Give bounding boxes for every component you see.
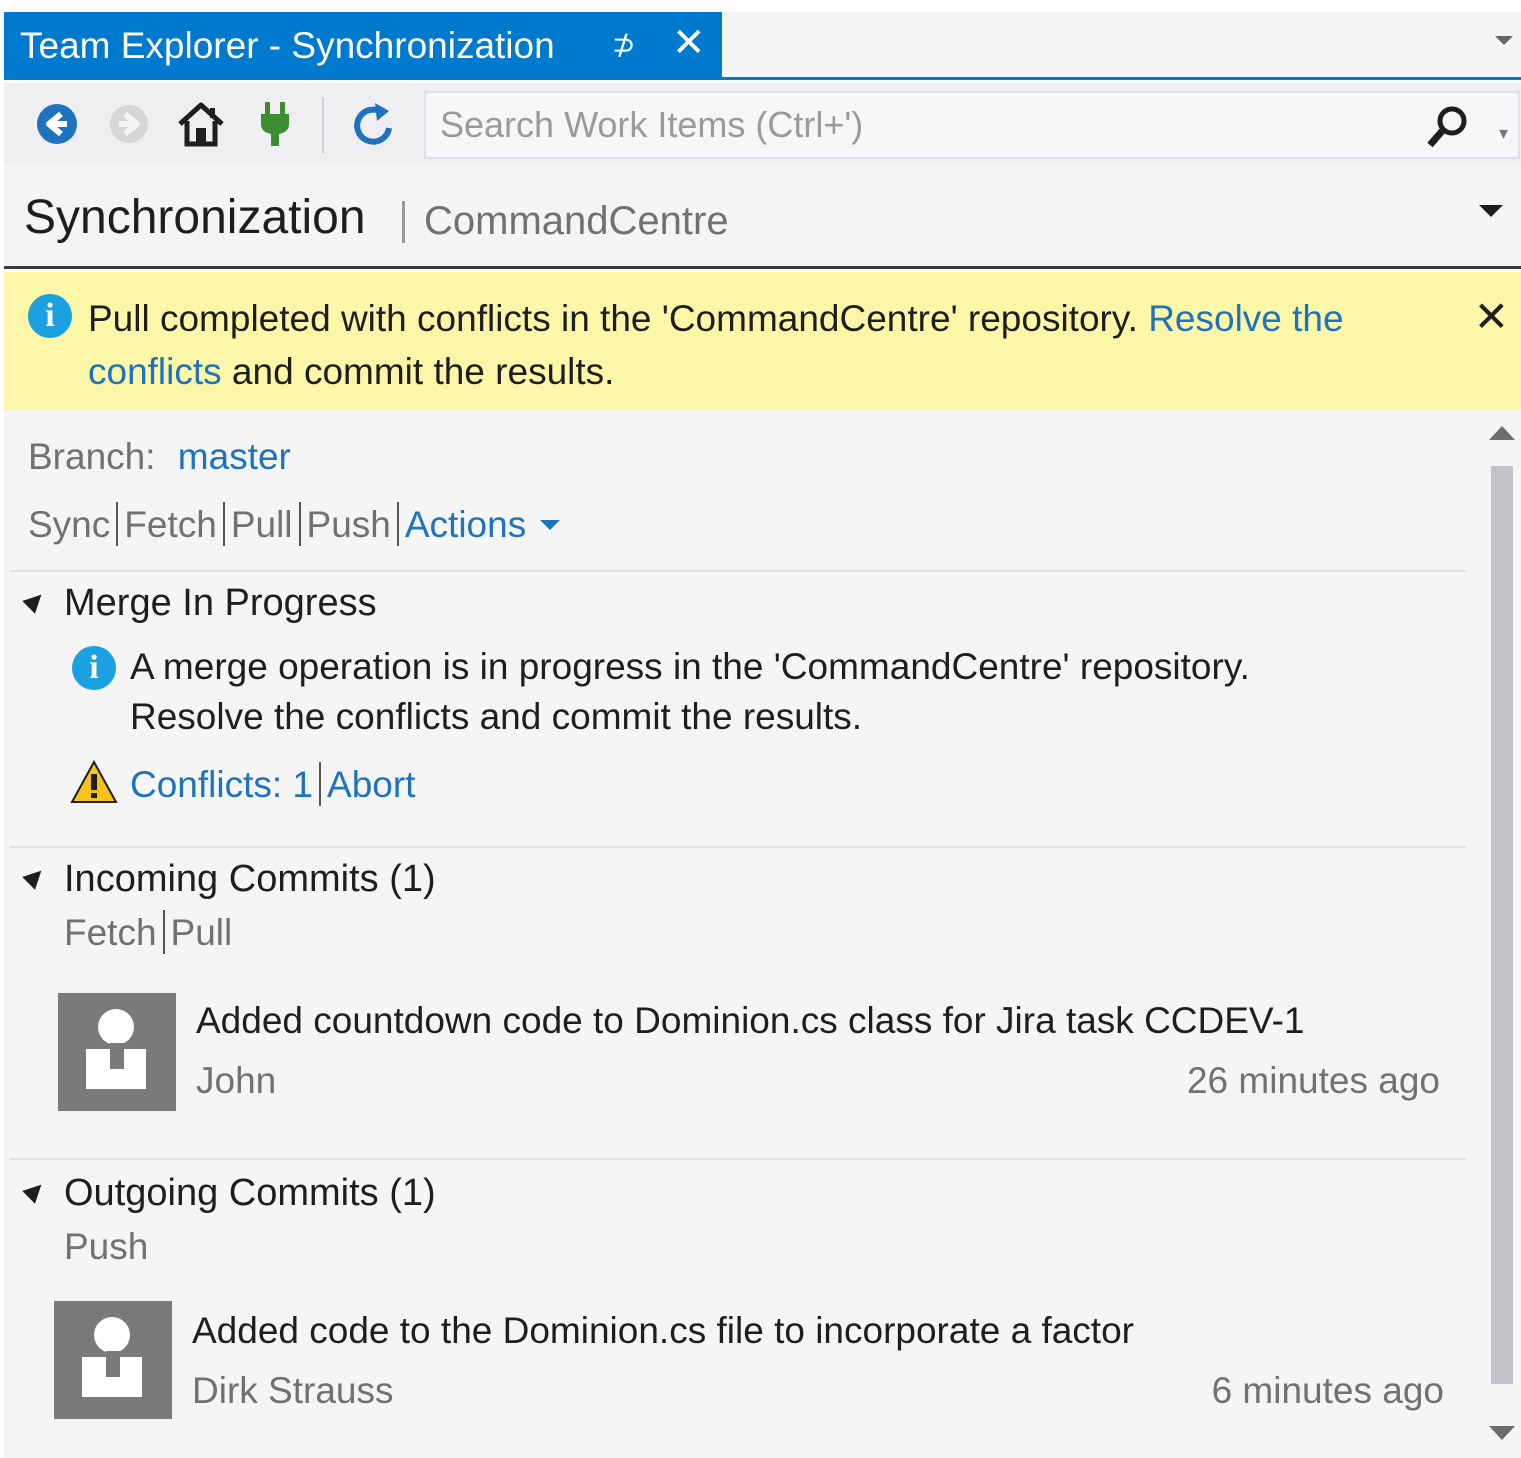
scroll-up-icon[interactable] bbox=[1489, 426, 1515, 440]
toolbar-separator bbox=[322, 97, 324, 153]
close-notification-icon[interactable]: ✕ bbox=[1474, 292, 1509, 341]
commit-time: 26 minutes ago bbox=[1186, 1060, 1440, 1101]
branch-row: Branch: master bbox=[28, 436, 291, 478]
plug-icon bbox=[261, 102, 289, 146]
commit-author: John bbox=[196, 1060, 277, 1101]
search-icon[interactable] bbox=[1424, 103, 1474, 153]
section-title-incoming[interactable]: Incoming Commits (1) bbox=[64, 858, 436, 901]
separator bbox=[162, 910, 165, 955]
tab-title: Team Explorer - Synchronization bbox=[20, 25, 555, 66]
divider bbox=[10, 570, 1466, 572]
commit-message[interactable]: Added code to the Dominion.cs file to in… bbox=[192, 1310, 1134, 1352]
notification-message: Pull completed with conflicts in the 'Co… bbox=[88, 292, 1448, 398]
forward-button[interactable] bbox=[104, 99, 154, 149]
avatar-head bbox=[98, 1009, 134, 1045]
chevron-down-icon bbox=[540, 520, 561, 531]
actions-label: Actions bbox=[404, 504, 527, 545]
title-separator bbox=[402, 201, 405, 243]
outgoing-actions: Push bbox=[64, 1226, 148, 1268]
commit-message[interactable]: Added countdown code to Dominion.cs clas… bbox=[196, 1000, 1304, 1042]
home-icon bbox=[178, 102, 224, 147]
sync-content: Branch: master Sync Fetch Pull Push Actions … bbox=[4, 410, 1521, 1458]
commit-time: 6 minutes ago bbox=[1211, 1370, 1444, 1411]
sync-actions: Sync Fetch Pull Push Actions bbox=[28, 502, 561, 549]
avatar-neck bbox=[106, 1351, 120, 1377]
divider bbox=[10, 1158, 1466, 1160]
warning-icon bbox=[70, 760, 118, 803]
scroll-thumb[interactable] bbox=[1491, 466, 1513, 1384]
search-input[interactable] bbox=[440, 104, 1400, 146]
refresh-icon bbox=[354, 103, 392, 145]
info-icon: i bbox=[28, 294, 72, 338]
repository-name: CommandCentre bbox=[424, 199, 729, 243]
search-box[interactable]: ▾ bbox=[424, 91, 1520, 159]
avatar-neck bbox=[110, 1043, 124, 1069]
avatar bbox=[54, 1301, 172, 1419]
separator bbox=[298, 502, 301, 547]
pull-link[interactable]: Pull bbox=[231, 504, 293, 545]
avatar bbox=[58, 993, 176, 1111]
title-bar: Team Explorer - Synchronization ⊅ ✕ bbox=[4, 12, 1521, 80]
push-link[interactable]: Push bbox=[307, 504, 391, 545]
separator bbox=[222, 502, 225, 547]
conflicts-link[interactable]: Conflicts: 1 bbox=[130, 764, 313, 805]
incoming-fetch-link[interactable]: Fetch bbox=[64, 912, 157, 953]
branch-link[interactable]: master bbox=[178, 436, 291, 477]
close-icon[interactable]: ✕ bbox=[672, 20, 706, 66]
back-arrow-icon bbox=[37, 104, 77, 144]
sync-link[interactable]: Sync bbox=[28, 504, 110, 545]
page-dropdown-icon[interactable] bbox=[1479, 205, 1503, 217]
merge-message-line2: Resolve the conflicts and commit the res… bbox=[130, 696, 863, 737]
avatar-head bbox=[94, 1317, 130, 1353]
tab-team-explorer[interactable]: Team Explorer - Synchronization ⊅ ✕ bbox=[4, 12, 722, 80]
collapse-arrow-icon[interactable] bbox=[22, 588, 48, 614]
section-title-outgoing[interactable]: Outgoing Commits (1) bbox=[64, 1172, 436, 1215]
page-header: Synchronization CommandCentre bbox=[4, 165, 1521, 269]
toolbar: ▾ bbox=[4, 83, 1521, 165]
incoming-pull-link[interactable]: Pull bbox=[171, 912, 233, 953]
pin-icon[interactable]: ⊅ bbox=[612, 28, 635, 61]
search-options-icon[interactable]: ▾ bbox=[1499, 123, 1508, 144]
notification-text-before: Pull completed with conflicts in the 'Co… bbox=[88, 298, 1149, 339]
refresh-button[interactable] bbox=[348, 99, 398, 149]
back-button[interactable] bbox=[32, 99, 82, 149]
outgoing-push-link[interactable]: Push bbox=[64, 1226, 148, 1267]
collapse-arrow-icon[interactable] bbox=[22, 1178, 48, 1204]
section-title-merge[interactable]: Merge In Progress bbox=[64, 582, 377, 625]
tab-dropdown-icon[interactable] bbox=[1495, 36, 1513, 45]
vertical-scrollbar[interactable] bbox=[1487, 426, 1517, 1446]
forward-arrow-icon bbox=[110, 105, 148, 143]
fetch-link[interactable]: Fetch bbox=[124, 504, 217, 545]
separator bbox=[319, 762, 322, 807]
notification-text-after: and commit the results. bbox=[221, 351, 615, 392]
divider bbox=[10, 846, 1466, 848]
collapse-arrow-icon[interactable] bbox=[22, 864, 48, 890]
separator bbox=[396, 502, 399, 547]
branch-label: Branch: bbox=[28, 436, 156, 477]
actions-menu[interactable]: Actions bbox=[404, 504, 561, 545]
separator bbox=[116, 502, 119, 547]
page-title: Synchronization bbox=[24, 191, 366, 244]
commit-author: Dirk Strauss bbox=[192, 1370, 394, 1411]
notification-bar: i Pull completed with conflicts in the '… bbox=[4, 272, 1521, 410]
home-button[interactable] bbox=[176, 99, 226, 149]
scroll-down-icon[interactable] bbox=[1489, 1426, 1515, 1440]
abort-link[interactable]: Abort bbox=[327, 764, 415, 805]
merge-message-line1: A merge operation is in progress in the … bbox=[130, 646, 1250, 687]
connect-button[interactable] bbox=[250, 99, 300, 149]
incoming-actions: Fetch Pull bbox=[64, 910, 233, 957]
merge-actions: Conflicts: 1 Abort bbox=[130, 762, 415, 809]
info-icon: i bbox=[72, 646, 116, 690]
